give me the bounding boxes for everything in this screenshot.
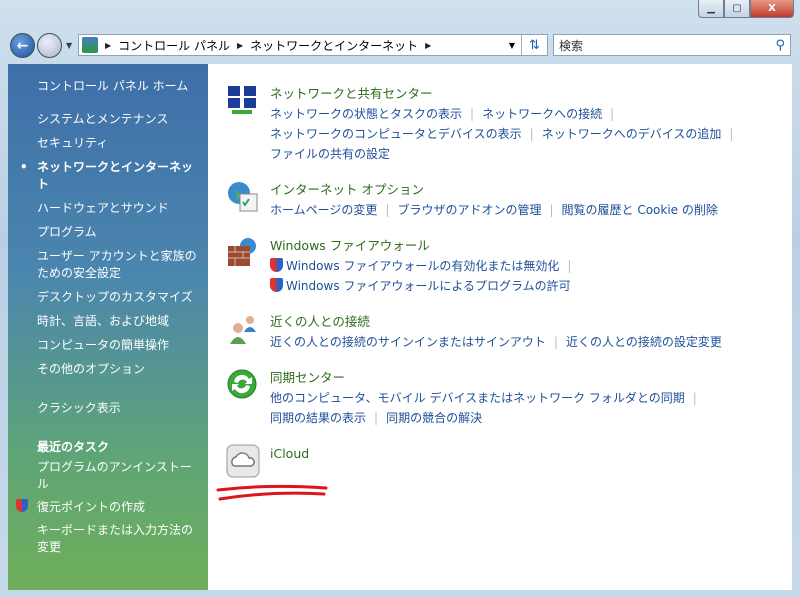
search-icon[interactable]: ⚲ bbox=[775, 38, 785, 53]
category-title[interactable]: Windows ファイアウォール bbox=[270, 236, 579, 256]
breadcrumb-control-panel[interactable]: コントロール パネル bbox=[118, 37, 230, 54]
sidebar-item-other[interactable]: その他のオプション bbox=[8, 361, 208, 378]
sidebar-item-desktop[interactable]: デスクトップのカスタマイズ bbox=[8, 289, 208, 306]
sidebar: コントロール パネル ホーム システムとメンテナンス セキュリティ ネットワーク… bbox=[8, 64, 208, 590]
search-box[interactable]: 検索 ⚲ bbox=[553, 34, 791, 56]
forward-button[interactable]: → bbox=[37, 33, 62, 58]
link-file-sharing[interactable]: ファイルの共有の設定 bbox=[270, 147, 390, 161]
internet-options-icon bbox=[228, 182, 258, 212]
breadcrumb-arrow-icon[interactable]: ▶ bbox=[105, 41, 111, 50]
link-sync-with[interactable]: 他のコンピュータ、モバイル デバイスまたはネットワーク フォルダとの同期 bbox=[270, 391, 685, 405]
sidebar-item-programs[interactable]: プログラム bbox=[8, 224, 208, 241]
link-firewall-allow[interactable]: Windows ファイアウォールによるプログラムの許可 bbox=[286, 279, 571, 293]
sidebar-item-hardware[interactable]: ハードウェアとサウンド bbox=[8, 200, 208, 217]
category-network-sharing: ネットワークと共有センター ネットワークの状態とタスクの表示 | ネットワークへの接… bbox=[226, 84, 741, 164]
sync-center-icon bbox=[227, 369, 257, 399]
address-dropdown-icon[interactable]: ▼ bbox=[509, 41, 515, 50]
recent-task-restore-point[interactable]: 復元ポイントの作成 bbox=[8, 499, 208, 516]
people-near-me-icon bbox=[230, 316, 256, 344]
link-sync-results[interactable]: 同期の結果の表示 bbox=[270, 411, 366, 425]
category-title[interactable]: インターネット オプション bbox=[270, 180, 718, 200]
sidebar-item-user-accounts[interactable]: ユーザー アカウントと家族のための安全設定 bbox=[8, 248, 208, 282]
recent-task-keyboard[interactable]: キーボードまたは入力方法の変更 bbox=[8, 522, 208, 556]
link-network-status[interactable]: ネットワークの状態とタスクの表示 bbox=[270, 107, 462, 121]
link-add-device[interactable]: ネットワークへのデバイスの追加 bbox=[542, 127, 722, 141]
recent-task-label: 復元ポイントの作成 bbox=[37, 500, 146, 514]
address-bar[interactable]: ▶ コントロール パネル ▶ ネットワークとインターネット ▶ ▼ ⇅ bbox=[78, 34, 548, 56]
category-internet-options: インターネット オプション ホームページの変更 | ブラウザのアドオンの管理 | 閲覧の… bbox=[226, 180, 718, 220]
control-panel-icon bbox=[82, 37, 98, 53]
category-title[interactable]: 同期センター bbox=[270, 368, 705, 388]
main-content: ネットワークと共有センター ネットワークの状態とタスクの表示 | ネットワークへの接… bbox=[208, 64, 792, 590]
breadcrumb-arrow-icon[interactable]: ▶ bbox=[237, 41, 243, 50]
window-controls: ▁ ▢ X bbox=[698, 0, 794, 18]
breadcrumb-network[interactable]: ネットワークとインターネット bbox=[250, 37, 418, 54]
breadcrumb-arrow-icon[interactable]: ▶ bbox=[425, 41, 431, 50]
link-delete-history[interactable]: 閲覧の履歴と Cookie の削除 bbox=[562, 203, 718, 217]
category-people-near-me: 近くの人との接続 近くの人との接続のサインインまたはサインアウト | 近くの人との接… bbox=[226, 312, 722, 352]
network-center-icon bbox=[228, 86, 256, 114]
sidebar-item-ease[interactable]: コンピュータの簡単操作 bbox=[8, 337, 208, 354]
category-icloud: iCloud bbox=[226, 444, 309, 478]
category-sync-center: 同期センター 他のコンピュータ、モバイル デバイスまたはネットワーク フォルダと… bbox=[226, 368, 705, 428]
recent-task-uninstall[interactable]: プログラムのアンインストール bbox=[8, 459, 208, 493]
uac-shield-icon bbox=[270, 278, 283, 292]
recent-pages-dropdown[interactable]: ▼ bbox=[66, 41, 72, 50]
recent-tasks-header: 最近のタスク bbox=[37, 440, 110, 454]
classic-view-link[interactable]: クラシック表示 bbox=[8, 400, 208, 417]
close-button[interactable]: X bbox=[750, 0, 794, 18]
sidebar-item-network[interactable]: ネットワークとインターネット bbox=[8, 159, 208, 193]
link-manage-addons[interactable]: ブラウザのアドオンの管理 bbox=[397, 203, 541, 217]
back-button[interactable]: ← bbox=[10, 33, 35, 58]
minimize-button[interactable]: ▁ bbox=[698, 0, 724, 18]
red-underline-annotation bbox=[216, 484, 328, 501]
link-change-homepage[interactable]: ホームページの変更 bbox=[270, 203, 377, 217]
sidebar-item-security[interactable]: セキュリティ bbox=[8, 135, 208, 152]
category-title[interactable]: 近くの人との接続 bbox=[270, 312, 722, 332]
link-firewall-toggle[interactable]: Windows ファイアウォールの有効化または無効化 bbox=[286, 259, 559, 273]
icloud-icon bbox=[226, 444, 260, 478]
uac-shield-icon bbox=[16, 499, 28, 512]
maximize-button[interactable]: ▢ bbox=[724, 0, 750, 18]
firewall-icon bbox=[228, 238, 256, 266]
sidebar-home[interactable]: コントロール パネル ホーム bbox=[8, 78, 208, 95]
search-input[interactable]: 検索 bbox=[559, 37, 583, 54]
sidebar-item-system[interactable]: システムとメンテナンス bbox=[8, 111, 208, 128]
link-view-computers[interactable]: ネットワークのコンピュータとデバイスの表示 bbox=[270, 127, 522, 141]
link-connect-network[interactable]: ネットワークへの接続 bbox=[482, 107, 602, 121]
link-people-settings[interactable]: 近くの人との接続の設定変更 bbox=[566, 335, 722, 349]
refresh-button[interactable]: ⇅ bbox=[521, 35, 547, 55]
category-title[interactable]: ネットワークと共有センター bbox=[270, 84, 741, 104]
navigation-buttons: ← → ▼ bbox=[10, 33, 72, 58]
category-firewall: Windows ファイアウォール Windows ファイアウォールの有効化または… bbox=[226, 236, 579, 296]
uac-shield-icon bbox=[270, 258, 283, 272]
link-sync-conflicts[interactable]: 同期の競合の解決 bbox=[386, 411, 482, 425]
sidebar-item-clock[interactable]: 時計、言語、および地域 bbox=[8, 313, 208, 330]
category-title[interactable]: iCloud bbox=[270, 444, 309, 464]
link-people-signin[interactable]: 近くの人との接続のサインインまたはサインアウト bbox=[270, 335, 546, 349]
